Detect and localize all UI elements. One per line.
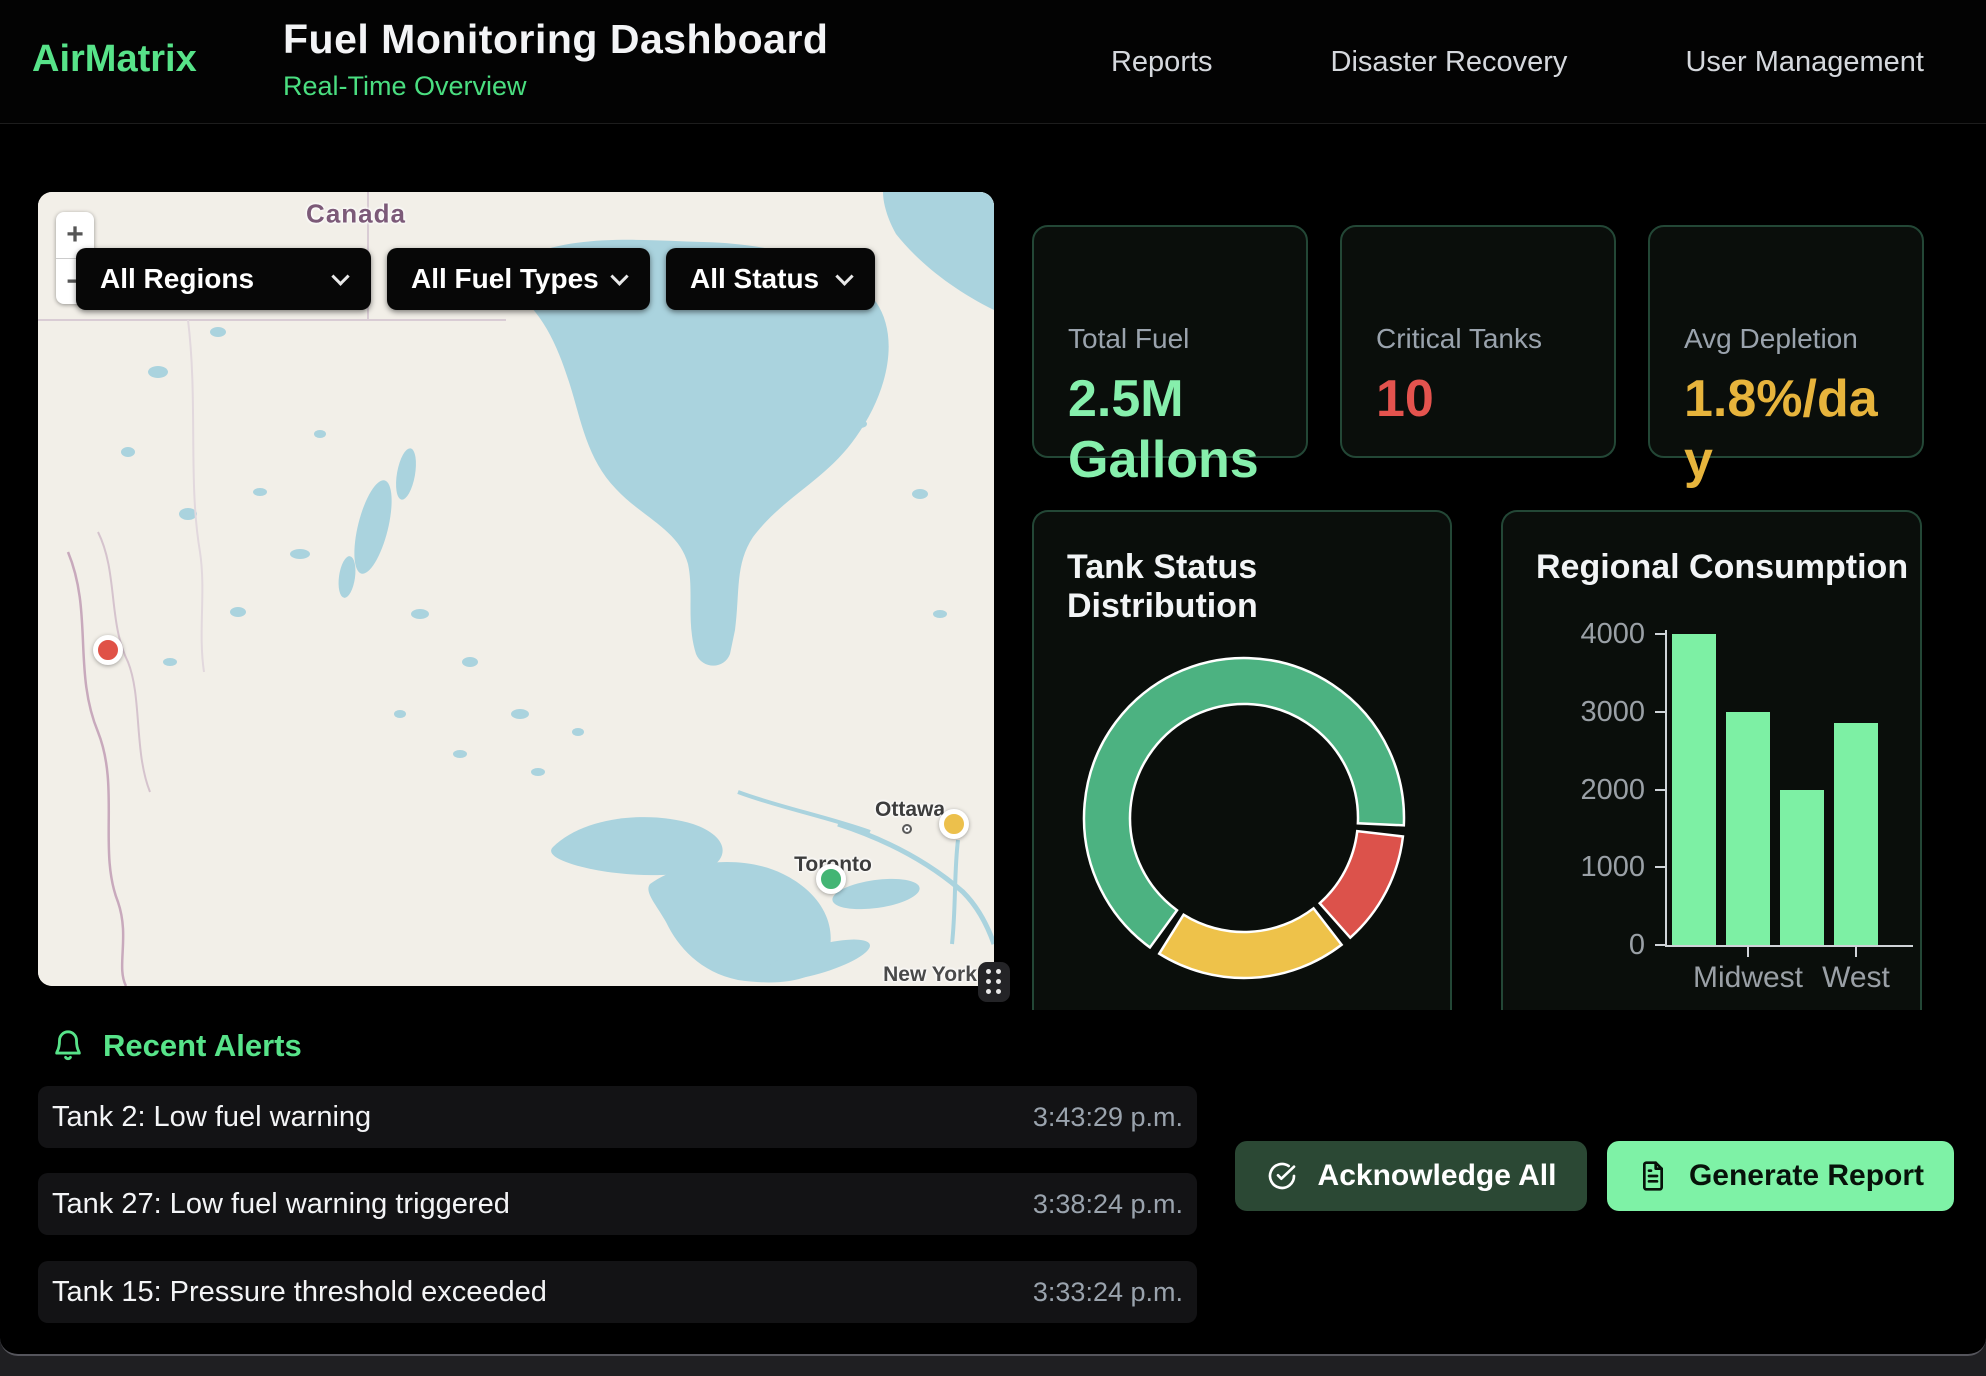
- header: AirMatrix Fuel Monitoring Dashboard Real…: [0, 0, 1986, 124]
- alert-time: 3:33:24 p.m.: [1033, 1277, 1183, 1308]
- bar-region-2[interactable]: [1780, 790, 1824, 946]
- stat-label: Critical Tanks: [1376, 323, 1614, 355]
- title-block: Fuel Monitoring Dashboard Real-Time Over…: [283, 16, 828, 102]
- filter-label: All Status: [690, 263, 819, 295]
- stat-value: 2.5M Gallons: [1068, 369, 1283, 492]
- map-label-canada: Canada: [306, 199, 406, 230]
- alert-row-1[interactable]: Tank 27: Low fuel warning triggered 3:38:…: [38, 1173, 1197, 1235]
- alert-text: Tank 15: Pressure threshold exceeded: [52, 1276, 547, 1309]
- nav-item-reports[interactable]: Reports: [1111, 46, 1213, 79]
- acknowledge-all-button[interactable]: Acknowledge All: [1235, 1141, 1587, 1211]
- bar-region-1[interactable]: [1726, 712, 1770, 945]
- alert-row-0[interactable]: Tank 2: Low fuel warning 3:43:29 p.m.: [38, 1086, 1197, 1148]
- alerts-header: Recent Alerts: [51, 1028, 302, 1064]
- filter-label: All Fuel Types: [411, 263, 599, 295]
- bar-chart-title: Regional Consumption: [1536, 548, 1908, 587]
- nav-item-user-management[interactable]: User Management: [1685, 46, 1924, 79]
- stat-value: 10: [1376, 369, 1591, 430]
- map-label-ottawa: Ottawa: [875, 798, 945, 822]
- donut-chart-title: Tank Status Distribution: [1067, 548, 1450, 626]
- bar-region-0[interactable]: [1672, 634, 1716, 945]
- y-tick-label: 2000: [1523, 774, 1645, 807]
- map-marker-critical[interactable]: [93, 635, 123, 665]
- y-tick-mark: [1655, 633, 1665, 635]
- y-tick-mark: [1655, 866, 1665, 868]
- y-tick-label: 4000: [1523, 618, 1645, 651]
- y-tick-mark: [1655, 944, 1665, 946]
- chevron-down-icon: [610, 267, 628, 285]
- map-filter-bar: All Regions All Fuel Types All Status: [76, 248, 875, 310]
- x-tick-label: West: [1776, 961, 1936, 995]
- plus-icon: +: [66, 218, 84, 252]
- chevron-down-icon: [331, 267, 349, 285]
- bell-icon: [51, 1029, 85, 1063]
- y-tick-mark: [1655, 711, 1665, 713]
- alert-row-2[interactable]: Tank 15: Pressure threshold exceeded 3:33…: [38, 1261, 1197, 1323]
- brand-logo: AirMatrix: [32, 38, 197, 81]
- generate-report-label: Generate Report: [1689, 1159, 1924, 1193]
- filter-dropdown-2[interactable]: All Status: [666, 248, 875, 310]
- donut-chart-card: Tank Status Distribution: [1032, 510, 1452, 1010]
- y-tick-label: 1000: [1523, 851, 1645, 884]
- alert-time: 3:43:29 p.m.: [1033, 1102, 1183, 1133]
- map-panel[interactable]: Canada Ottawa Toronto New York + − All R…: [38, 192, 994, 986]
- y-axis-line: [1665, 630, 1667, 947]
- alert-text: Tank 2: Low fuel warning: [52, 1101, 371, 1134]
- stat-label: Total Fuel: [1068, 323, 1306, 355]
- filter-label: All Regions: [100, 263, 254, 295]
- bar-region-3[interactable]: [1834, 723, 1878, 945]
- acknowledge-all-label: Acknowledge All: [1318, 1159, 1557, 1193]
- donut-slice-warning[interactable]: [1159, 908, 1341, 978]
- y-tick-mark: [1655, 789, 1665, 791]
- x-tick-mark: [1747, 947, 1749, 957]
- map-label-new-york: New York: [883, 963, 977, 986]
- y-tick-label: 0: [1523, 929, 1645, 962]
- alert-time: 3:38:24 p.m.: [1033, 1189, 1183, 1220]
- x-tick-mark: [1855, 947, 1857, 957]
- dashboard-app: AirMatrix Fuel Monitoring Dashboard Real…: [0, 0, 1986, 1356]
- document-icon: [1637, 1160, 1669, 1192]
- page-title: Fuel Monitoring Dashboard: [283, 16, 828, 63]
- stat-card-critical-tanks: Critical Tanks 10: [1340, 225, 1616, 458]
- ottawa-town-icon: [902, 824, 912, 834]
- map-marker-normal[interactable]: [816, 864, 846, 894]
- map-canvas[interactable]: Canada Ottawa Toronto New York: [38, 192, 994, 986]
- donut-slice-critical[interactable]: [1320, 831, 1403, 937]
- nav-item-disaster-recovery[interactable]: Disaster Recovery: [1331, 46, 1568, 79]
- map-marker-warning[interactable]: [939, 809, 969, 839]
- alert-text: Tank 27: Low fuel warning triggered: [52, 1188, 510, 1221]
- y-tick-label: 3000: [1523, 696, 1645, 729]
- x-axis-line: [1665, 945, 1913, 947]
- stat-card-total-fuel: Total Fuel2.5M Gallons: [1032, 225, 1308, 458]
- check-circle-icon: [1266, 1160, 1298, 1192]
- stat-value: 1.8%/day: [1684, 369, 1899, 492]
- drag-handle-icon[interactable]: [978, 962, 1010, 1002]
- filter-dropdown-1[interactable]: All Fuel Types: [387, 248, 650, 310]
- stat-card-avg-depletion: Avg Depletion1.8%/day: [1648, 225, 1924, 458]
- bar-chart-card: Regional Consumption 40003000200010000Mi…: [1501, 510, 1922, 1010]
- page-subtitle: Real-Time Overview: [283, 71, 828, 102]
- generate-report-button[interactable]: Generate Report: [1607, 1141, 1954, 1211]
- main-nav: Reports Disaster Recovery User Management: [1111, 0, 1924, 124]
- stat-label: Avg Depletion: [1684, 323, 1922, 355]
- chevron-down-icon: [835, 267, 853, 285]
- alerts-title: Recent Alerts: [103, 1028, 302, 1064]
- filter-dropdown-0[interactable]: All Regions: [76, 248, 371, 310]
